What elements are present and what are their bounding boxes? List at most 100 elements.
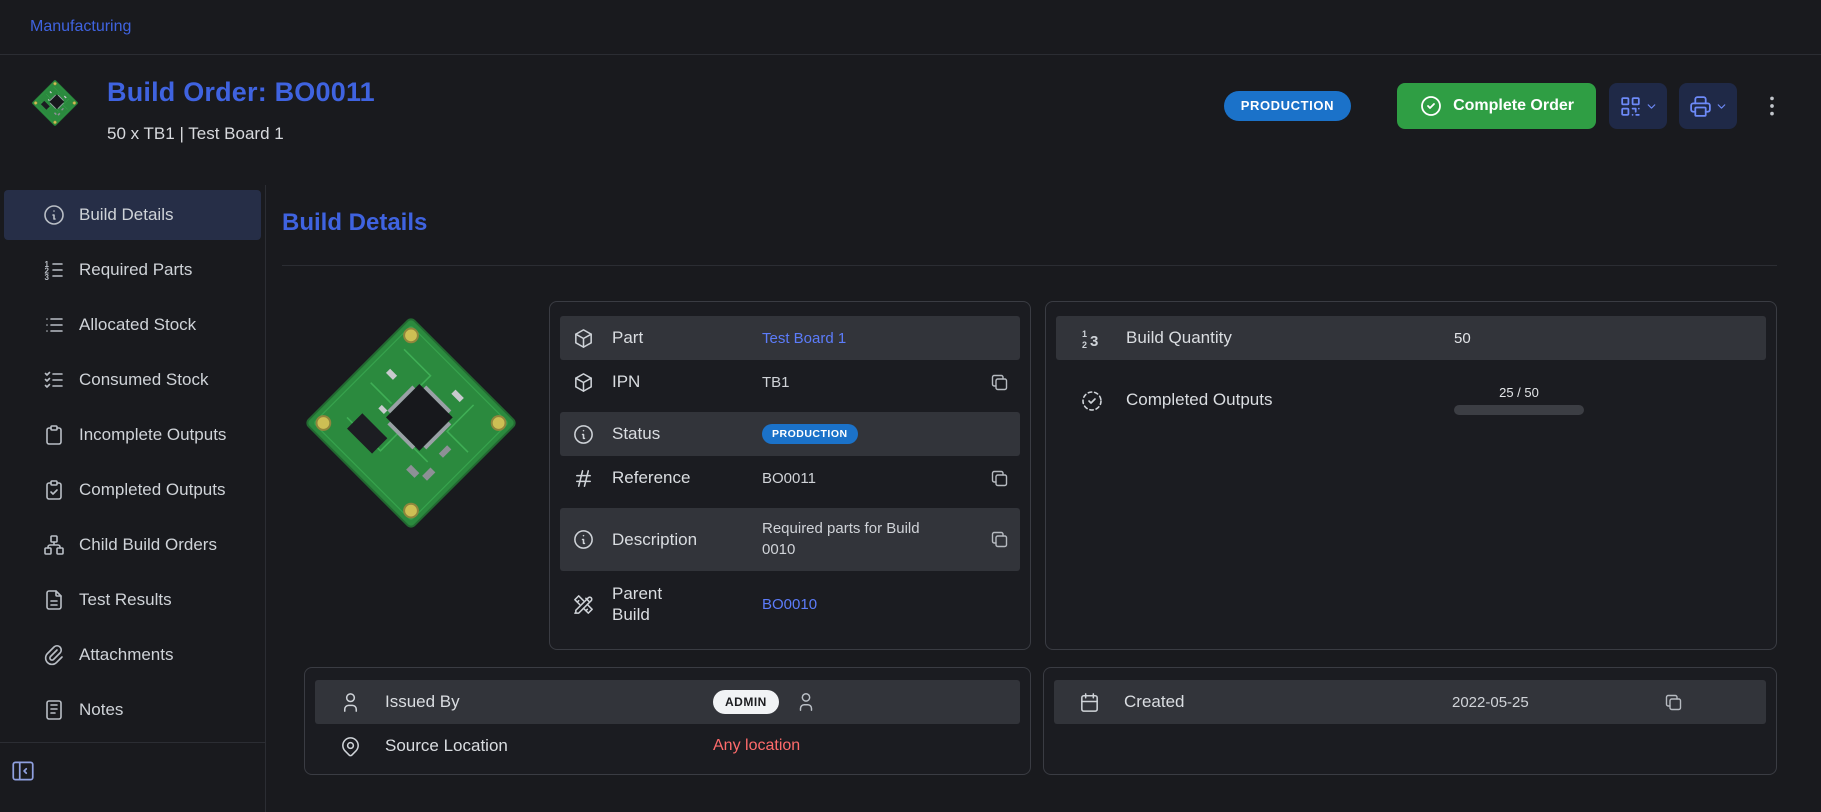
sidebar-item-allocated-stock[interactable]: Allocated Stock bbox=[4, 300, 261, 350]
part-link[interactable]: Test Board 1 bbox=[762, 330, 846, 347]
more-actions-button[interactable] bbox=[1755, 83, 1789, 129]
svg-text:3: 3 bbox=[1090, 333, 1098, 350]
clipboard-icon bbox=[42, 423, 66, 447]
calendar-icon bbox=[1078, 691, 1101, 714]
box-icon bbox=[572, 327, 595, 350]
detail-label-status: Status bbox=[612, 423, 762, 444]
sidebar-label: Consumed Stock bbox=[79, 370, 208, 390]
sidebar-label: Incomplete Outputs bbox=[79, 425, 226, 445]
list-check-icon bbox=[42, 368, 66, 392]
copy-created-button[interactable] bbox=[1660, 689, 1686, 715]
detail-label-description: Description bbox=[612, 529, 762, 550]
detail-row-reference: Reference BO0011 bbox=[560, 456, 1020, 500]
breadcrumb-manufacturing[interactable]: Manufacturing bbox=[30, 18, 131, 36]
sidebar-item-test-results[interactable]: Test Results bbox=[4, 575, 261, 625]
copy-icon bbox=[989, 529, 1010, 550]
created-panel: Created 2022-05-25 bbox=[1043, 667, 1777, 775]
info-circle-icon bbox=[572, 423, 595, 446]
progress-text: 25 / 50 bbox=[1499, 385, 1539, 400]
numbers-123-icon: 123 bbox=[1080, 327, 1103, 350]
build-quantity-value: 50 bbox=[1454, 330, 1471, 347]
detail-row-description: Description Required parts for Build 001… bbox=[560, 508, 1020, 571]
clipboard-check-icon bbox=[42, 478, 66, 502]
reference-value: BO0011 bbox=[762, 470, 986, 487]
map-pin-icon bbox=[339, 735, 362, 758]
svg-text:1: 1 bbox=[1082, 329, 1087, 339]
sidebar-item-incomplete-outputs[interactable]: Incomplete Outputs bbox=[4, 410, 261, 460]
info-circle-icon bbox=[42, 203, 66, 227]
created-value: 2022-05-25 bbox=[1394, 694, 1660, 711]
sidebar-item-required-parts[interactable]: 123 Required Parts bbox=[4, 245, 261, 295]
sidebar-item-consumed-stock[interactable]: Consumed Stock bbox=[4, 355, 261, 405]
tools-icon bbox=[572, 593, 595, 616]
collapse-sidebar-button[interactable] bbox=[10, 751, 54, 791]
complete-order-label: Complete Order bbox=[1453, 97, 1574, 115]
source-location-label: Source Location bbox=[385, 735, 655, 756]
detail-row-ipn: IPN TB1 bbox=[560, 360, 1020, 404]
copy-ipn-button[interactable] bbox=[986, 369, 1012, 395]
detail-label-reference: Reference bbox=[612, 467, 762, 488]
copy-description-button[interactable] bbox=[986, 527, 1012, 553]
main-content: Build Details Part Test Board 1 bbox=[266, 185, 1821, 812]
created-row: Created 2022-05-25 bbox=[1054, 680, 1766, 724]
page-subtitle: 50 x TB1 | Test Board 1 bbox=[107, 124, 375, 144]
svg-text:2: 2 bbox=[1082, 340, 1087, 350]
sidebar-collapse-icon bbox=[10, 758, 36, 784]
sidebar-item-child-build-orders[interactable]: Child Build Orders bbox=[4, 520, 261, 570]
source-location-row: Source Location Any location bbox=[315, 724, 1020, 768]
sidebar-label: Required Parts bbox=[79, 260, 192, 280]
copy-reference-button[interactable] bbox=[986, 465, 1012, 491]
sidebar-label: Build Details bbox=[79, 205, 174, 225]
detail-label-ipn: IPN bbox=[612, 371, 762, 392]
status-badge-small: PRODUCTION bbox=[762, 424, 858, 444]
sidebar-label: Completed Outputs bbox=[79, 480, 225, 500]
sidebar-label: Notes bbox=[79, 700, 123, 720]
detail-row-part: Part Test Board 1 bbox=[560, 316, 1020, 360]
printer-icon bbox=[1688, 94, 1713, 119]
sidebar-item-notes[interactable]: Notes bbox=[4, 685, 261, 735]
issued-by-row: Issued By ADMIN bbox=[315, 680, 1020, 724]
pcb-thumbnail-image bbox=[29, 77, 81, 129]
barcode-actions-button[interactable] bbox=[1609, 83, 1667, 129]
qrcode-icon bbox=[1618, 94, 1643, 119]
pcb-image bbox=[293, 305, 529, 541]
heading-divider bbox=[282, 265, 1777, 266]
issue-panel: Issued By ADMIN Source Location Any loca… bbox=[304, 667, 1031, 775]
detail-row-parent-build: Parent Build BO0010 bbox=[560, 571, 1020, 637]
sidebar-item-completed-outputs[interactable]: Completed Outputs bbox=[4, 465, 261, 515]
list-numbers-icon: 123 bbox=[42, 258, 66, 282]
chevron-down-icon bbox=[1715, 100, 1728, 113]
build-quantity-label: Build Quantity bbox=[1126, 327, 1396, 348]
header-actions: PRODUCTION Complete Order bbox=[1224, 83, 1789, 129]
status-badge: PRODUCTION bbox=[1224, 91, 1351, 121]
created-label: Created bbox=[1124, 691, 1394, 712]
issued-by-badge: ADMIN bbox=[713, 690, 779, 714]
progress-track bbox=[1454, 405, 1584, 415]
part-thumbnail[interactable] bbox=[29, 77, 81, 129]
complete-order-button[interactable]: Complete Order bbox=[1397, 83, 1596, 129]
sidebar-label: Allocated Stock bbox=[79, 315, 196, 335]
ipn-value: TB1 bbox=[762, 374, 986, 391]
source-location-value: Any location bbox=[713, 737, 800, 755]
breadcrumb-bar: Manufacturing bbox=[0, 0, 1821, 55]
page-header: Build Order: BO0011 50 x TB1 | Test Boar… bbox=[0, 55, 1821, 185]
user-icon bbox=[795, 691, 817, 713]
sitemap-icon bbox=[42, 533, 66, 557]
part-image[interactable] bbox=[293, 305, 529, 541]
completed-outputs-row: Completed Outputs 25 / 50 bbox=[1056, 368, 1766, 432]
list-icon bbox=[42, 313, 66, 337]
sidebar-item-build-details[interactable]: Build Details bbox=[4, 190, 261, 240]
parent-build-link[interactable]: BO0010 bbox=[762, 596, 817, 613]
detail-row-status: Status PRODUCTION bbox=[560, 412, 1020, 456]
box-icon bbox=[572, 371, 595, 394]
issued-by-label: Issued By bbox=[385, 691, 655, 712]
print-actions-button[interactable] bbox=[1679, 83, 1737, 129]
svg-text:3: 3 bbox=[45, 273, 50, 282]
sidebar-label: Test Results bbox=[79, 590, 172, 610]
hash-icon bbox=[572, 467, 595, 490]
sidebar-label: Child Build Orders bbox=[79, 535, 217, 555]
report-file-icon bbox=[42, 588, 66, 612]
description-value: Required parts for Build 0010 bbox=[762, 519, 932, 560]
completed-outputs-label: Completed Outputs bbox=[1126, 389, 1396, 410]
sidebar-item-attachments[interactable]: Attachments bbox=[4, 630, 261, 680]
